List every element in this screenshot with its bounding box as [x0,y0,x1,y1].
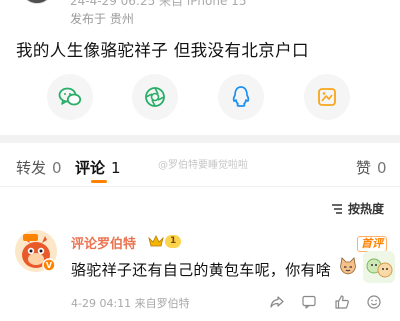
crown-icon [148,235,164,247]
qq-icon [232,86,250,107]
tabs-divider [0,186,400,187]
active-tab-indicator [91,180,107,183]
emoji-react-button[interactable] [366,294,382,312]
share-qzone-button[interactable] [304,74,350,120]
commenter-avatar[interactable]: V [13,228,59,274]
author-avatar[interactable] [20,0,54,4]
post-text: 我的人生像骆驼祥子 但我没有北京户口 [16,41,309,60]
post-location: 发布于 贵州 [70,12,134,26]
post-timestamp: 24-4-29 06:25 来自 iPhone 15 [70,0,247,8]
qzone-icon [318,88,336,106]
tab-likes[interactable]: 赞0 [356,157,387,178]
thumbs-up-icon [335,295,349,309]
comment-text: 骆驼祥子还有自己的黄包车呢，你有啥 [71,261,332,279]
like-comment-button[interactable] [334,294,350,312]
level-badge: 1 [165,235,182,248]
watermark: @罗伯特要睡觉啦啦 [158,160,248,171]
share-row [0,74,400,120]
sort-by-hot-button[interactable]: 按热度 [331,200,384,217]
share-wechat-button[interactable] [47,74,93,120]
sort-icon [331,203,342,214]
sticker-icon [363,251,395,283]
section-divider [0,135,400,143]
comment-meta: 4-29 04:11 来自罗伯特 [71,297,190,310]
share-qq-button[interactable] [218,74,264,120]
share-icon [270,296,284,308]
cat-emoji-icon [340,257,356,275]
tab-reposts[interactable]: 转发 0 [16,157,62,178]
svg-text:V: V [46,261,53,270]
tab-comments[interactable]: 评论 1 [75,157,121,178]
moments-icon [145,87,165,107]
share-comment-button[interactable] [269,294,285,312]
wechat-icon [58,87,82,106]
comment-icon [302,295,316,309]
reply-comment-button[interactable] [301,294,317,312]
share-moments-button[interactable] [132,74,178,120]
sort-label: 按热度 [347,202,384,216]
commenter-name[interactable]: 评论罗伯特 [71,233,136,252]
smiley-icon [367,295,381,309]
